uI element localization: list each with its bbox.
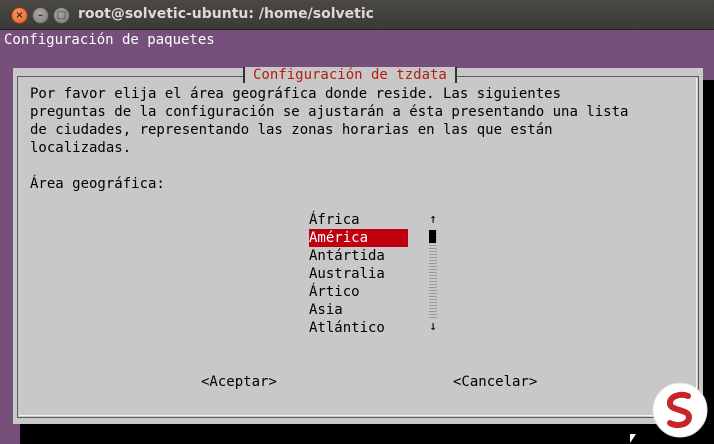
mouse-pointer-icon: [630, 434, 636, 443]
area-label: Área geográfica:: [30, 176, 165, 192]
watermark-logo-icon: [652, 382, 708, 438]
window-titlebar: × – □ root@solvetic-ubuntu: /home/solvet…: [0, 0, 714, 30]
list-item[interactable]: Australia: [309, 265, 408, 283]
window-title: root@solvetic-ubuntu: /home/solvetic: [78, 6, 374, 22]
scroll-down-icon[interactable]: ↓: [428, 318, 438, 336]
area-list[interactable]: África América Antártida Australia Ártic…: [309, 211, 429, 337]
ok-button[interactable]: <Aceptar>: [201, 374, 277, 390]
list-item[interactable]: Asia: [309, 301, 408, 319]
list-item[interactable]: Antártida: [309, 247, 408, 265]
list-item[interactable]: África: [309, 211, 408, 229]
dialog-title: Configuración de tzdata: [243, 67, 457, 83]
close-window-icon[interactable]: ×: [11, 7, 28, 24]
scroll-up-icon[interactable]: ↑: [428, 211, 438, 229]
list-item[interactable]: Atlántico: [309, 319, 408, 337]
terminal-heading: Configuración de paquetes: [4, 32, 215, 48]
scroll-track[interactable]: [429, 230, 437, 318]
list-item-selected[interactable]: América: [309, 229, 408, 247]
minimize-window-icon[interactable]: –: [32, 7, 49, 24]
scroll-thumb[interactable]: [429, 230, 436, 243]
cancel-button[interactable]: <Cancelar>: [453, 374, 537, 390]
maximize-window-icon[interactable]: □: [53, 7, 70, 24]
list-item[interactable]: Ártico: [309, 283, 408, 301]
tzdata-dialog: Configuración de tzdata Por favor elija …: [13, 67, 703, 424]
list-scrollbar[interactable]: ↑ ↓: [428, 211, 438, 337]
dialog-description: Por favor elija el área geográfica donde…: [30, 86, 629, 156]
